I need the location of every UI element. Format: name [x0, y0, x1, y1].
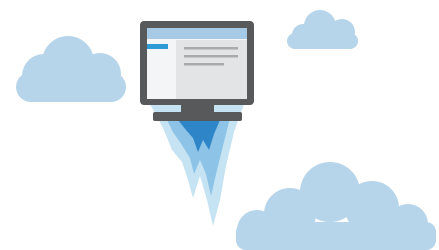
rocket-exhaust-flames	[150, 104, 244, 226]
sidebar-selected-item	[147, 44, 168, 49]
cloud-bottom-right	[236, 162, 436, 250]
illustration	[0, 0, 439, 250]
content-line	[184, 55, 238, 58]
rocket-monitor-illustration	[16, 10, 436, 250]
content-line	[184, 63, 224, 66]
content-line	[184, 47, 238, 50]
cloud-left	[16, 36, 126, 102]
monitor-screen	[147, 28, 247, 99]
screen-title-bar	[147, 28, 247, 39]
cloud-top-right	[287, 10, 358, 49]
monitor-stand-base	[153, 112, 242, 121]
